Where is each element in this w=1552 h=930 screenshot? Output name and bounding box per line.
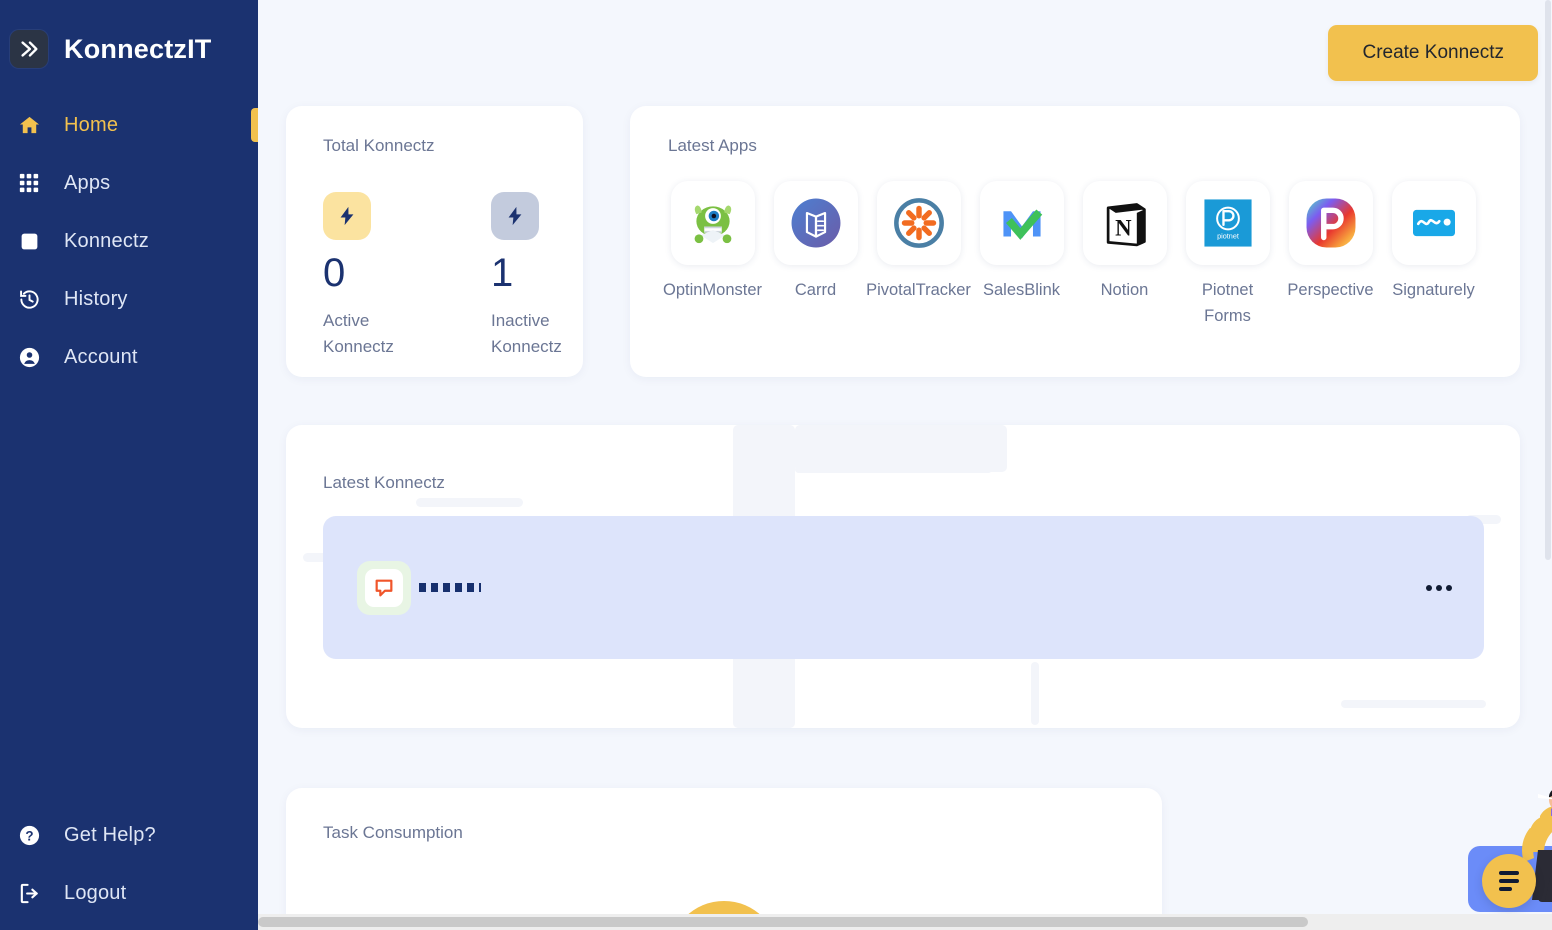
app-label: SalesBlink — [982, 281, 1061, 299]
logout-icon — [14, 882, 44, 905]
sidebar-item-label: Get Help? — [64, 823, 156, 846]
app-item-perspective[interactable]: Perspective — [1286, 181, 1375, 329]
stat-label: Active Konnectz — [323, 311, 394, 356]
app-item-notion[interactable]: N Notion — [1080, 181, 1169, 329]
sidebar: KonnectzIT Home Apps Konnectz History Ac… — [0, 0, 258, 930]
app-label: PivotalTracker — [866, 281, 971, 299]
card-title: Latest Apps — [668, 136, 757, 155]
skeleton-block — [733, 662, 795, 725]
perspective-icon — [1288, 181, 1373, 265]
salesblink-icon — [979, 181, 1064, 265]
latest-konnectz-card: Latest Konnectz — [286, 425, 1520, 728]
sidebar-item-account[interactable]: Account — [0, 328, 258, 386]
brand-name: KonnectzIT — [64, 33, 212, 64]
chat-menu-fab[interactable] — [1482, 854, 1536, 908]
app-item-salesblink[interactable]: SalesBlink — [977, 181, 1066, 329]
topbar: Create Konnectz — [258, 0, 1552, 106]
skeleton-block — [795, 466, 992, 473]
notion-icon: N — [1082, 181, 1167, 265]
card-title: Total Konnectz — [323, 136, 435, 155]
app-root: KonnectzIT Home Apps Konnectz History Ac… — [0, 0, 1552, 930]
skeleton-block — [795, 425, 1007, 472]
create-konnectz-button[interactable]: Create Konnectz — [1328, 25, 1538, 81]
app-label: Carrd — [794, 281, 837, 299]
chat-bubble-icon-inner — [365, 568, 403, 607]
stat-value: 1 — [491, 251, 514, 295]
skeleton-block — [1341, 700, 1486, 708]
app-item-optinmonster[interactable]: OptinMonster — [663, 181, 762, 329]
app-label: Perspective — [1287, 281, 1374, 299]
app-item-signaturely[interactable]: Signaturely — [1389, 181, 1478, 329]
svg-text:piotnet: piotnet — [1217, 231, 1239, 240]
vertical-scrollbar[interactable] — [1544, 0, 1552, 914]
grid-icon — [14, 172, 44, 194]
konnectz-row[interactable] — [323, 516, 1484, 659]
app-item-carrd[interactable]: Carrd — [771, 181, 860, 329]
card-title: Task Consumption — [323, 823, 463, 842]
pivotaltracker-icon — [876, 181, 961, 265]
optinmonster-icon — [670, 181, 755, 265]
apps-strip: OptinMonster Carrd PivotalTracker SalesB… — [663, 181, 1520, 329]
horizontal-scrollbar[interactable] — [258, 914, 1552, 930]
app-label: Piotnet Forms — [1201, 281, 1254, 325]
stat-active-konnectz: 0 Active Konnectz — [323, 192, 401, 359]
skeleton-block — [416, 498, 523, 507]
stat-label: Inactive Konnectz — [491, 311, 562, 356]
stats-group: 0 Active Konnectz 1 Inactive Konnectz — [323, 192, 583, 359]
square-icon — [14, 231, 44, 252]
signaturely-icon — [1391, 181, 1476, 265]
sidebar-item-label: History — [64, 287, 128, 310]
home-icon — [14, 114, 44, 137]
sidebar-item-history[interactable]: History — [0, 270, 258, 328]
svg-text:?: ? — [25, 828, 33, 843]
sidebar-item-konnectz[interactable]: Konnectz — [0, 212, 258, 270]
vertical-scrollbar-thumb[interactable] — [1545, 0, 1551, 560]
history-icon — [14, 288, 44, 311]
horizontal-scrollbar-thumb[interactable] — [258, 917, 1308, 927]
app-label: Notion — [1100, 281, 1149, 299]
skeleton-block — [1031, 662, 1039, 725]
sidebar-bottom-nav: ? Get Help? Logout — [0, 806, 258, 930]
double-chevron-icon — [10, 30, 48, 68]
sidebar-item-home[interactable]: Home — [0, 96, 258, 154]
piotnet-icon: piotnet — [1185, 181, 1270, 265]
task-consumption-card: Task Consumption — [286, 788, 1162, 930]
bolt-icon — [491, 192, 539, 240]
sidebar-item-logout[interactable]: Logout — [0, 864, 258, 922]
main-content: Create Konnectz Total Konnectz 0 Active … — [258, 0, 1552, 930]
summary-row: Total Konnectz 0 Active Konnectz 1 Inact… — [258, 106, 1552, 377]
user-icon — [14, 346, 44, 369]
chat-bubble-icon — [357, 560, 411, 615]
carrd-icon — [773, 181, 858, 265]
card-title: Latest Konnectz — [323, 473, 445, 492]
sidebar-item-label: Konnectz — [64, 229, 149, 252]
chat-menu-icon — [1499, 871, 1519, 891]
sidebar-item-apps[interactable]: Apps — [0, 154, 258, 212]
app-label: OptinMonster — [662, 281, 763, 299]
active-indicator — [251, 108, 258, 142]
sidebar-item-label: Home — [64, 113, 119, 136]
app-item-piotnet-forms[interactable]: piotnet Piotnet Forms — [1183, 181, 1272, 329]
sidebar-item-label: Account — [64, 345, 138, 368]
app-item-pivotaltracker[interactable]: PivotalTracker — [866, 181, 971, 329]
app-label: Signaturely — [1392, 281, 1475, 299]
bolt-icon — [323, 192, 371, 240]
konnectz-name-masked — [419, 583, 481, 592]
sidebar-item-get-help[interactable]: ? Get Help? — [0, 806, 258, 864]
stat-value: 0 — [323, 251, 346, 295]
brand: KonnectzIT — [0, 0, 258, 82]
sidebar-item-label: Logout — [64, 881, 127, 904]
total-konnectz-card: Total Konnectz 0 Active Konnectz 1 Inact… — [286, 106, 583, 377]
sidebar-item-label: Apps — [64, 171, 111, 194]
stat-inactive-konnectz: 1 Inactive Konnectz — [491, 192, 569, 359]
latest-apps-card: Latest Apps OptinMonster Carrd PivotalTr… — [630, 106, 1520, 377]
sidebar-nav: Home Apps Konnectz History Account — [0, 96, 258, 386]
svg-text:N: N — [1115, 216, 1132, 241]
more-horizontal-icon[interactable] — [1426, 584, 1452, 591]
question-circle-icon: ? — [14, 824, 44, 847]
